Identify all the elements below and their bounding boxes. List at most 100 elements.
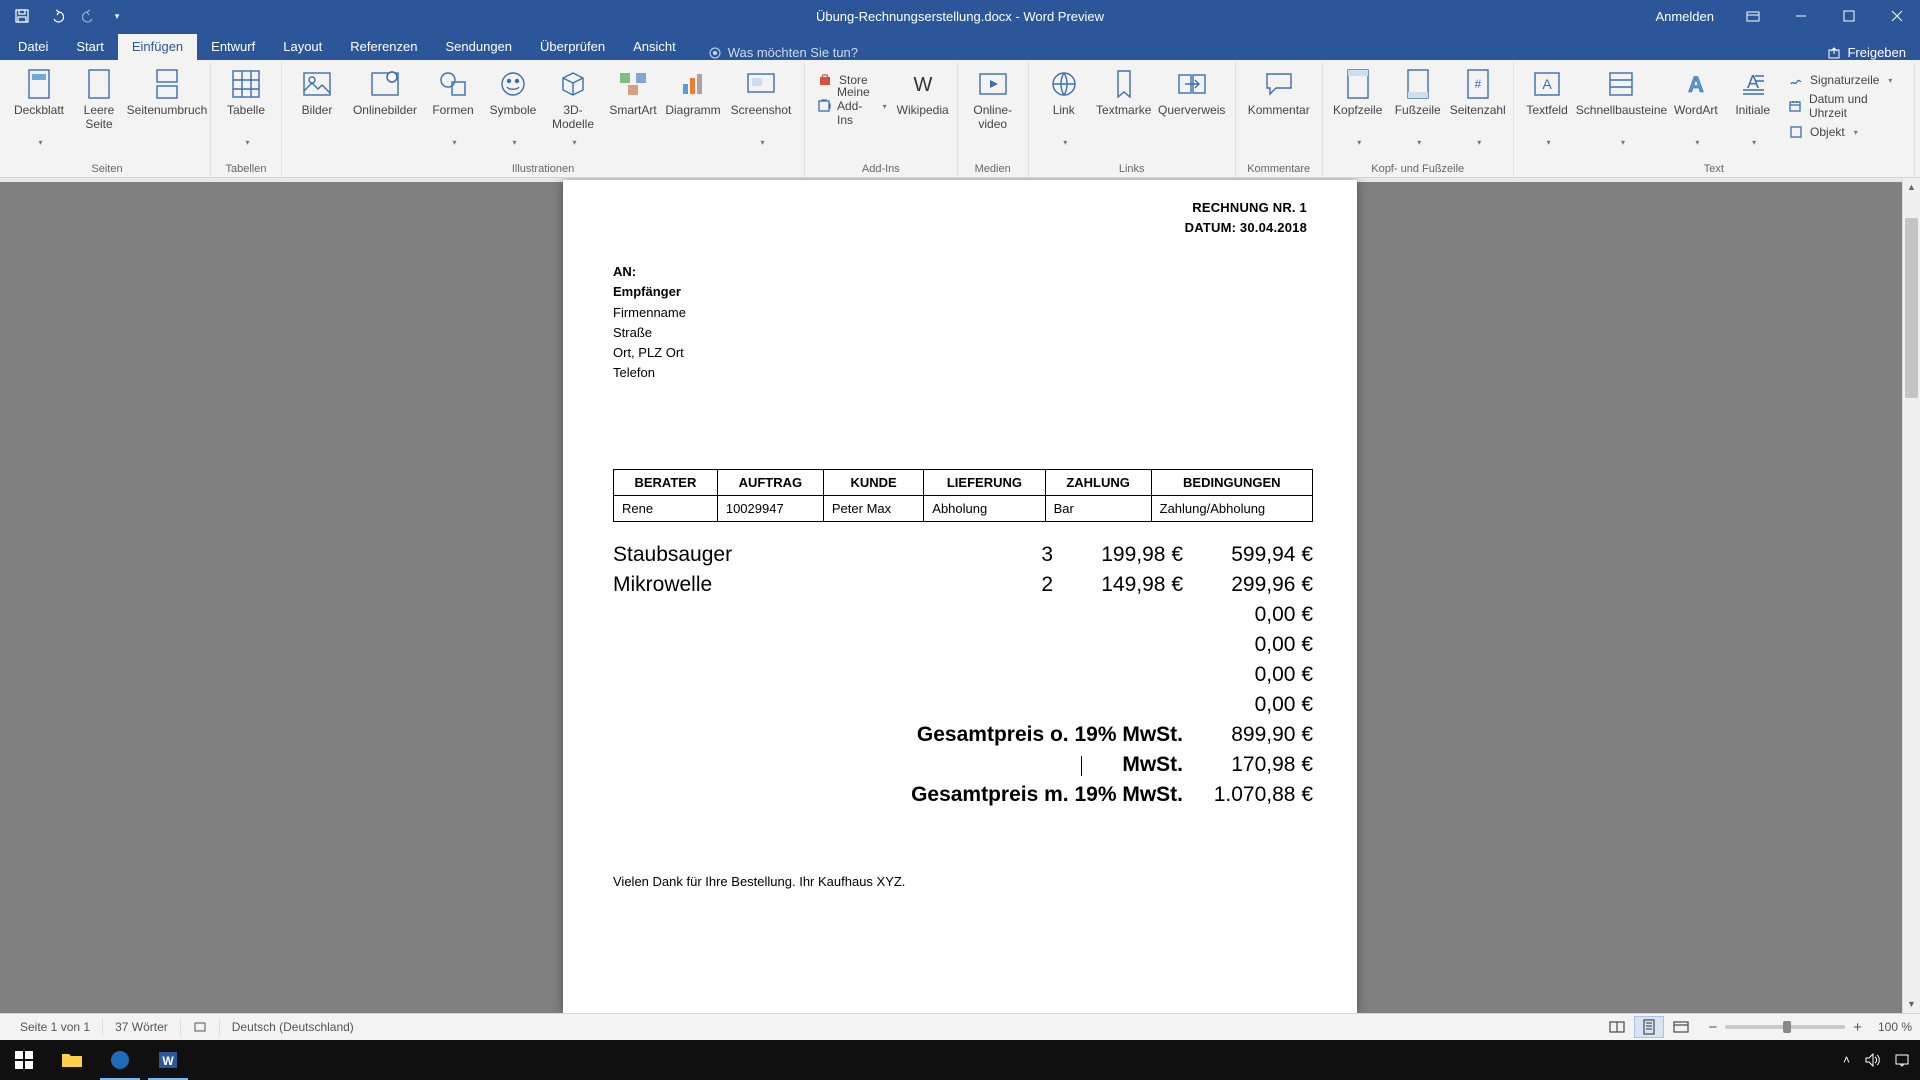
svg-text:W: W — [162, 1054, 174, 1068]
invoice-number: RECHNUNG NR. 1 — [613, 198, 1307, 218]
system-tray[interactable]: ˄ — [1843, 1053, 1920, 1067]
windows-taskbar: W ˄ — [0, 1040, 1920, 1080]
wikipedia-button[interactable]: WWikipedia — [895, 64, 951, 134]
scroll-thumb[interactable] — [1905, 218, 1918, 398]
meine-addins-button[interactable]: Meine Add-Ins — [811, 94, 893, 118]
textfeld-button[interactable]: ATextfeld — [1520, 64, 1575, 147]
link-button[interactable]: Link — [1035, 64, 1093, 147]
zoom-level[interactable]: 100 % — [1878, 1020, 1912, 1034]
svg-text:A: A — [1747, 72, 1759, 92]
diagramm-button[interactable]: Diagramm — [664, 64, 722, 134]
group-text: ATextfeld Schnellbausteine AWordArt AIni… — [1514, 62, 1915, 177]
redo-button[interactable] — [74, 2, 106, 30]
tab-start[interactable]: Start — [62, 34, 117, 60]
fusszeile-button[interactable]: Fußzeile — [1389, 64, 1447, 147]
minimize-button[interactable] — [1778, 0, 1824, 32]
save-button[interactable] — [6, 2, 38, 30]
seitenumbruch-button[interactable]: Seitenumbruch — [130, 64, 204, 134]
tab-sendungen[interactable]: Sendungen — [432, 34, 527, 60]
svg-text:A: A — [1542, 76, 1552, 92]
taskbar-word[interactable]: W — [144, 1040, 192, 1080]
group-links: Link Textmarke Querverweis Links — [1029, 62, 1236, 177]
tab-entwurf[interactable]: Entwurf — [197, 34, 269, 60]
seitenzahl-button[interactable]: #Seitenzahl — [1449, 64, 1507, 147]
line-item: Staubsauger3199,98 €599,94 € — [613, 540, 1313, 570]
smartart-button[interactable]: SmartArt — [604, 64, 662, 134]
start-button[interactable] — [0, 1040, 48, 1080]
close-button[interactable] — [1874, 0, 1920, 32]
signin-button[interactable]: Anmelden — [1641, 0, 1728, 32]
schnellbausteine-button[interactable]: Schnellbausteine — [1576, 64, 1666, 147]
status-language[interactable]: Deutsch (Deutschland) — [220, 1018, 366, 1036]
group-addins: Store Meine Add-Ins WWikipedia Add-Ins — [805, 62, 958, 177]
line-item: 0,00 € — [613, 660, 1313, 690]
datum-uhrzeit-button[interactable]: Datum und Uhrzeit — [1782, 94, 1908, 118]
notifications-icon[interactable] — [1894, 1053, 1910, 1067]
status-bar: Seite 1 von 1 37 Wörter Deutsch (Deutsch… — [0, 1013, 1920, 1040]
group-kommentare: Kommentar Kommentare — [1236, 62, 1323, 177]
invoice-date: DATUM: 30.04.2018 — [613, 218, 1307, 238]
qat-customize[interactable]: ▾ — [108, 2, 126, 30]
scroll-up-arrow[interactable]: ▲ — [1903, 178, 1920, 196]
initiale-button[interactable]: AInitiale — [1725, 64, 1780, 147]
status-wordcount[interactable]: 37 Wörter — [103, 1018, 181, 1036]
querverweis-button[interactable]: Querverweis — [1155, 64, 1229, 134]
zoom-out-button[interactable]: − — [1708, 1019, 1717, 1036]
ribbon-tabs: Datei Start Einfügen Entwurf Layout Refe… — [0, 32, 1920, 60]
taskbar-file-explorer[interactable] — [48, 1040, 96, 1080]
view-read-mode[interactable] — [1602, 1016, 1632, 1038]
scroll-down-arrow[interactable]: ▼ — [1903, 995, 1920, 1013]
group-illustrationen: Bilder Onlinebilder Formen Symbole 3D-Mo… — [282, 62, 805, 177]
symbole-button[interactable]: Symbole — [484, 64, 542, 147]
zoom-slider[interactable] — [1725, 1025, 1845, 1029]
document-workspace: RECHNUNG NR. 1 DATUM: 30.04.2018 AN: Emp… — [0, 178, 1920, 1013]
kommentar-button[interactable]: Kommentar — [1242, 64, 1316, 134]
document-page[interactable]: RECHNUNG NR. 1 DATUM: 30.04.2018 AN: Emp… — [563, 180, 1357, 1013]
tabelle-button[interactable]: Tabelle — [217, 64, 275, 147]
maximize-button[interactable] — [1826, 0, 1872, 32]
tab-ansicht[interactable]: Ansicht — [619, 34, 690, 60]
svg-text:#: # — [1474, 77, 1481, 91]
tab-layout[interactable]: Layout — [269, 34, 336, 60]
onlinebilder-button[interactable]: Onlinebilder — [348, 64, 422, 134]
tray-overflow-icon[interactable]: ˄ — [1843, 1053, 1850, 1067]
bilder-button[interactable]: Bilder — [288, 64, 346, 134]
quick-access-toolbar: ▾ — [0, 2, 126, 30]
status-spellcheck-icon[interactable] — [181, 1018, 220, 1036]
group-medien: Online-video Medien — [958, 62, 1029, 177]
tab-einfuegen[interactable]: Einfügen — [118, 34, 197, 60]
signaturzeile-button[interactable]: Signaturzeile — [1782, 68, 1908, 92]
volume-icon[interactable] — [1864, 1053, 1880, 1067]
tab-datei[interactable]: Datei — [4, 34, 62, 60]
textmarke-button[interactable]: Textmarke — [1095, 64, 1153, 134]
view-print-layout[interactable] — [1634, 1016, 1664, 1038]
share-button[interactable]: Freigeben — [1827, 45, 1920, 60]
taskbar-edge[interactable] — [96, 1040, 144, 1080]
formen-button[interactable]: Formen — [424, 64, 482, 147]
screenshot-button[interactable]: Screenshot — [724, 64, 798, 147]
group-tabellen: Tabelle Tabellen — [211, 62, 282, 177]
wordart-button[interactable]: AWordArt — [1668, 64, 1723, 147]
status-page[interactable]: Seite 1 von 1 — [8, 1018, 103, 1036]
vertical-scrollbar[interactable]: ▲ ▼ — [1902, 178, 1920, 1013]
text-cursor — [1081, 756, 1082, 776]
onlinevideo-button[interactable]: Online-video — [964, 64, 1022, 134]
tab-ueberpruefen[interactable]: Überprüfen — [526, 34, 619, 60]
leere-seite-button[interactable]: Leere Seite — [70, 64, 128, 134]
zoom-in-button[interactable]: + — [1853, 1019, 1862, 1036]
tab-referenzen[interactable]: Referenzen — [336, 34, 431, 60]
line-item: Mikrowelle2149,98 €299,96 € — [613, 570, 1313, 600]
ribbon: Deckblatt Leere Seite Seitenumbruch Seit… — [0, 60, 1920, 178]
tell-me-placeholder: Was möchten Sie tun? — [728, 45, 858, 60]
objekt-button[interactable]: Objekt — [1782, 120, 1908, 144]
3d-modelle-button[interactable]: 3D-Modelle — [544, 64, 602, 147]
view-web-layout[interactable] — [1666, 1016, 1696, 1038]
deckblatt-button[interactable]: Deckblatt — [10, 64, 68, 147]
ribbon-display-options[interactable] — [1730, 0, 1776, 32]
kopfzeile-button[interactable]: Kopfzeile — [1329, 64, 1387, 147]
zoom-controls: − + 100 % — [1708, 1019, 1912, 1036]
tell-me-search[interactable]: Was möchten Sie tun? — [708, 45, 858, 60]
total-row: Gesamtpreis m. 19% MwSt.1.070,88 € — [613, 780, 1313, 810]
undo-button[interactable] — [40, 2, 72, 30]
window-title: Übung-Rechnungserstellung.docx - Word Pr… — [816, 9, 1104, 24]
